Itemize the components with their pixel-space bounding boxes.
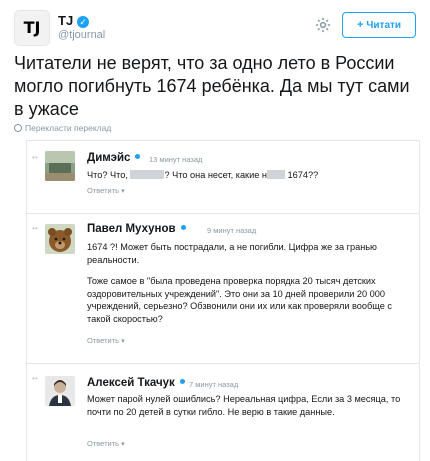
commenter-name[interactable]: Димэйс: [87, 152, 141, 164]
comments-panel: • • Димэйс 13 минут назад Что? Что, ? Чт…: [26, 140, 420, 461]
comment-item: • • Алексей Ткачук 7 минут назад Может п…: [27, 363, 419, 461]
caret-down-icon: ▾: [121, 441, 125, 448]
translate-label: Перекласти переклад: [25, 123, 112, 133]
tweet-screenshot: TJ TJ ✓ @tjournal + Читати Читатели не вер…: [0, 0, 430, 461]
drag-dots-icon: • •: [32, 374, 38, 383]
reply-link[interactable]: Ответить ▾: [87, 439, 125, 448]
online-dot-icon: [179, 379, 185, 384]
comment-text-part: 1674??: [287, 170, 319, 180]
drag-dots-icon: • •: [32, 153, 38, 162]
online-dot-icon: [135, 154, 141, 159]
comment-text-part: ? Что она несет, какие н: [164, 170, 267, 180]
comment-paragraph: Тоже самое в "была проведена проверка по…: [87, 276, 392, 324]
commenter-avatar[interactable]: [45, 151, 75, 181]
gear-icon[interactable]: [314, 16, 332, 34]
translate-link[interactable]: Перекласти переклад: [14, 123, 111, 133]
caret-down-icon: ▾: [121, 188, 125, 195]
follow-plus-icon: +: [356, 19, 364, 31]
tweet-text: Читатели не верят, что за одно лето в Ро…: [14, 53, 410, 119]
commenter-name[interactable]: Алексей Ткачук: [87, 377, 185, 389]
verified-badge-icon: ✓: [77, 16, 90, 28]
follow-button[interactable]: + Читати: [342, 12, 416, 38]
reply-link[interactable]: Ответить ▾: [87, 336, 125, 345]
comment-paragraph: 1674 ?! Может быть пострадали, а не поги…: [87, 242, 377, 265]
comment-time: 7 минут назад: [189, 380, 239, 389]
reply-label: Ответить: [87, 186, 120, 195]
comment-time: 13 минут назад: [149, 155, 203, 164]
avatar-image-icon: [45, 151, 75, 181]
avatar-image-icon: [45, 376, 75, 406]
reply-label: Ответить: [87, 336, 120, 345]
drag-dots-icon: • •: [32, 224, 38, 233]
comment-body: Может парой нулей ошиблись? Нереальная ц…: [87, 394, 401, 417]
redaction-bar: [130, 170, 165, 179]
comment-body: 1674 ?! Может быть пострадали, а не поги…: [87, 241, 407, 334]
account-name-text[interactable]: TJ: [58, 13, 73, 28]
redaction-bar: [266, 170, 285, 179]
avatar-image-icon: [45, 224, 75, 254]
account-handle[interactable]: @tjournal: [58, 29, 105, 41]
commenter-name-text[interactable]: Алексей Ткачук: [87, 377, 175, 389]
tweet-header: TJ TJ ✓ @tjournal + Читати: [14, 10, 416, 46]
online-dot-icon: [180, 225, 186, 230]
commenter-avatar[interactable]: [45, 376, 75, 406]
comment-body: Что? Что, ? Что она несет, какие н 1674?…: [87, 169, 407, 182]
account-name[interactable]: TJ ✓: [58, 13, 90, 28]
commenter-avatar[interactable]: [45, 224, 75, 254]
comment-text-part: Что? Что,: [87, 170, 128, 180]
reply-label: Ответить: [87, 439, 120, 448]
commenter-name-text[interactable]: Димэйс: [87, 152, 130, 164]
reply-link[interactable]: Ответить ▾: [87, 186, 125, 195]
account-avatar[interactable]: TJ: [14, 10, 50, 46]
globe-icon: [14, 124, 22, 132]
comment-item: • • Димэйс 13 минут назад Что? Что, ? Чт…: [27, 141, 419, 203]
commenter-name-text[interactable]: Павел Мухунов: [87, 223, 176, 235]
comment-item: • • Павел Мухунов 9 минут назад 1674 ?! …: [27, 213, 419, 363]
comment-time: 9 минут назад: [207, 226, 257, 235]
caret-down-icon: ▾: [121, 338, 125, 345]
commenter-name[interactable]: Павел Мухунов: [87, 223, 186, 235]
follow-label: Читати: [366, 20, 402, 31]
